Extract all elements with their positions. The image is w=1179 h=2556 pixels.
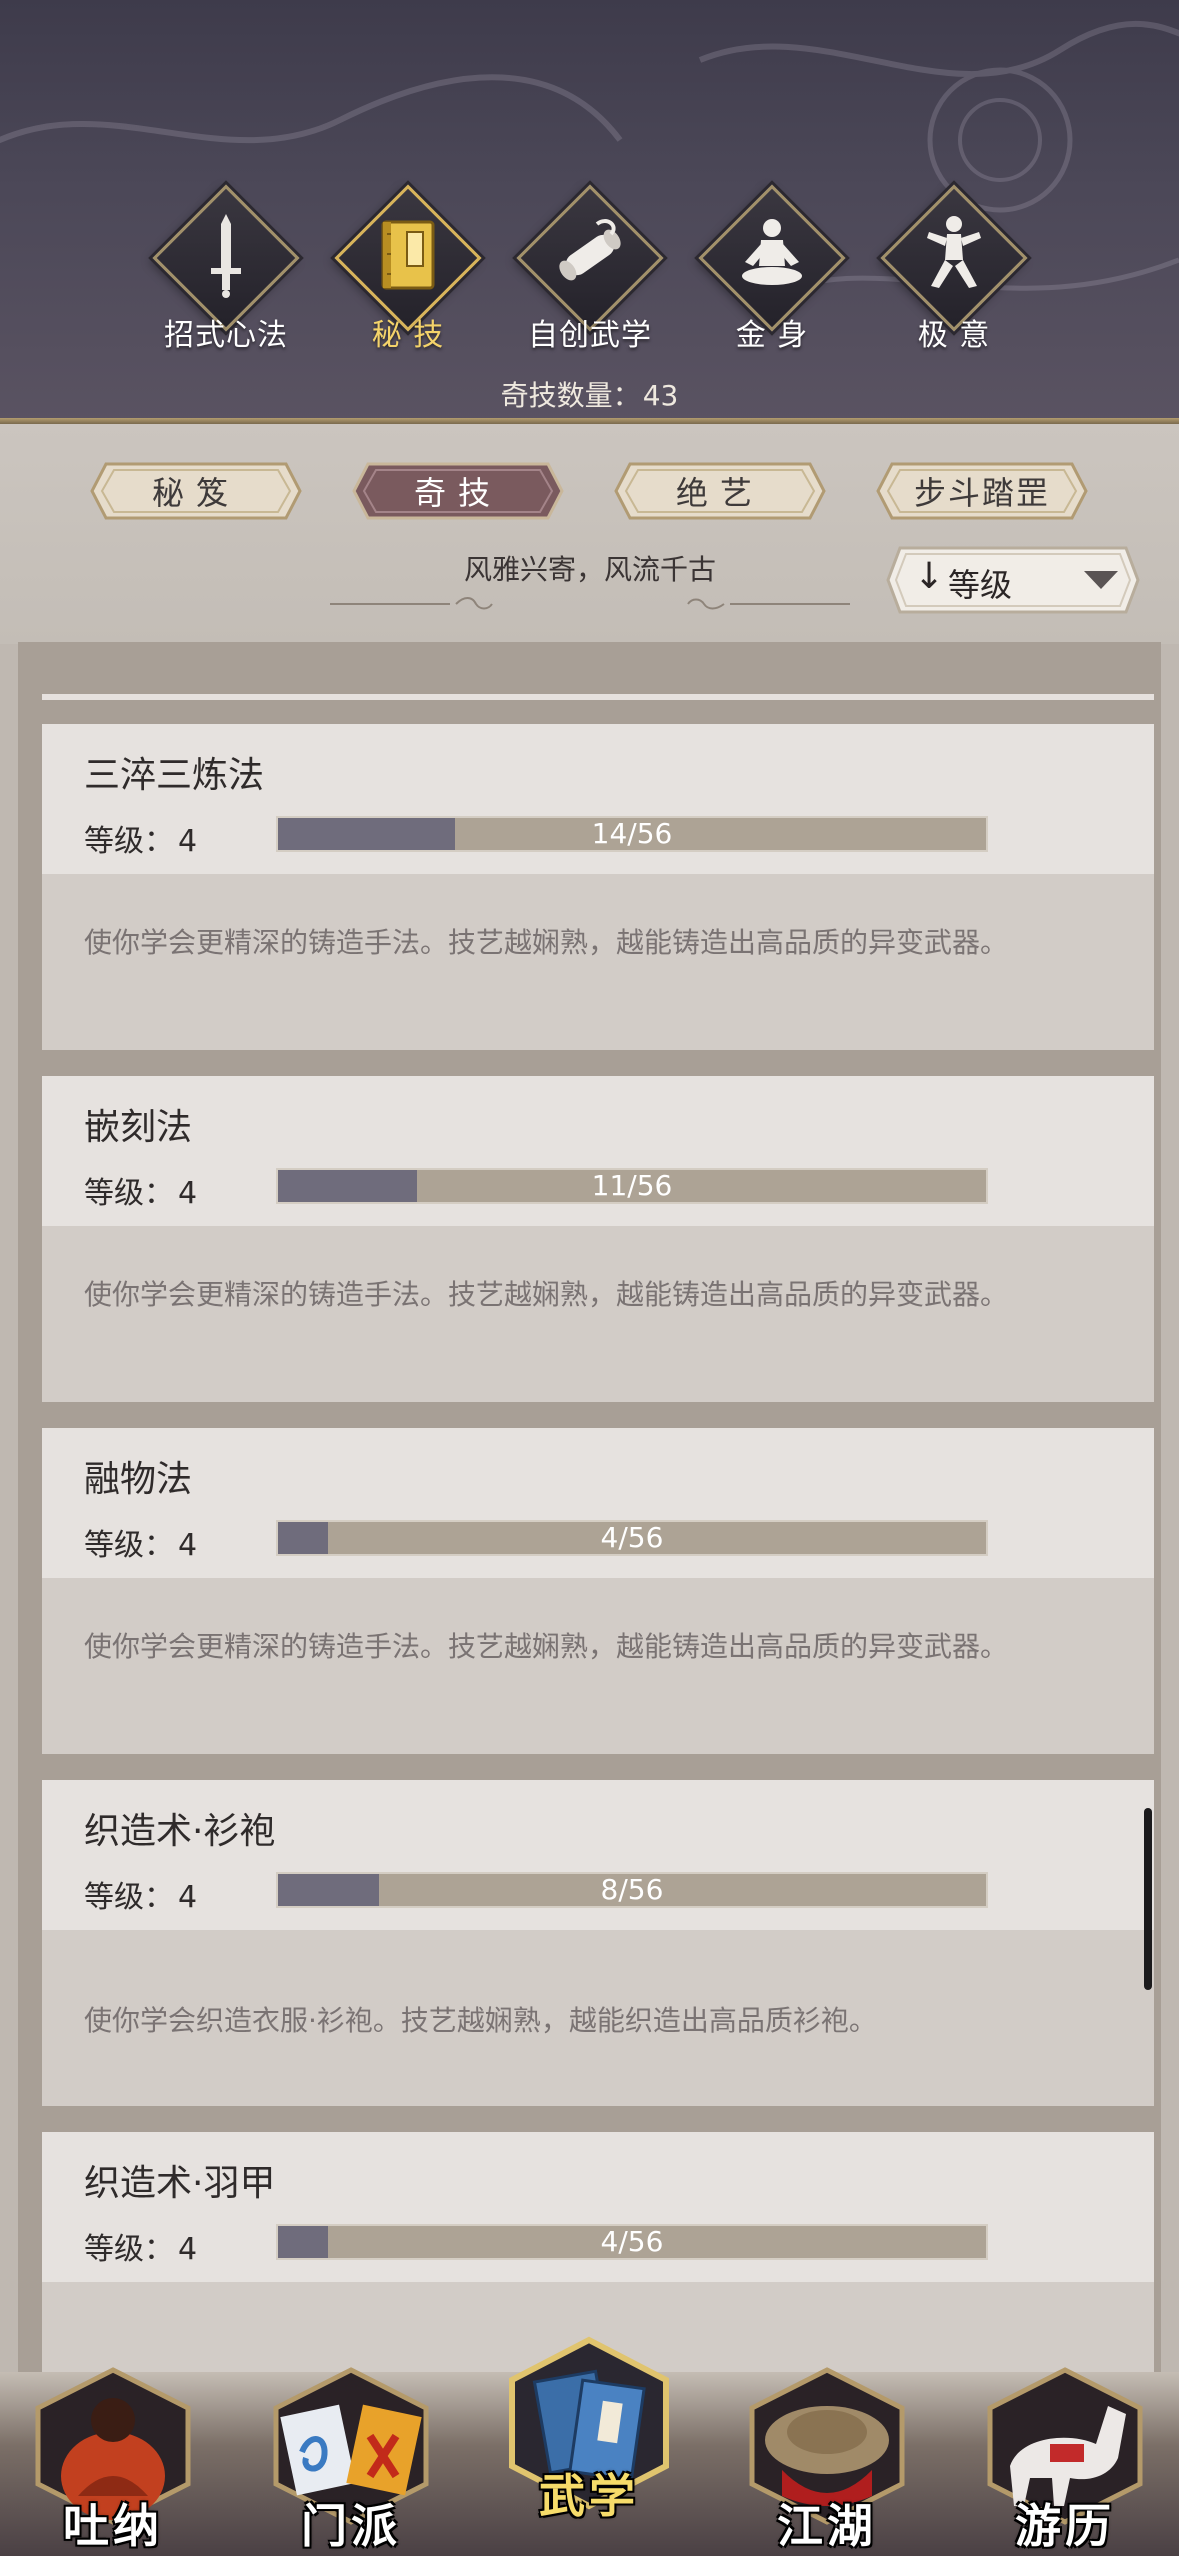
sort-dropdown[interactable]: ↓ 等级: [884, 544, 1142, 616]
subtab-jueyi[interactable]: 绝艺: [612, 460, 828, 522]
sword-icon: [211, 214, 241, 298]
skill-level: 等级： 4: [84, 1168, 197, 1212]
qiji-count-label: 奇技数量：: [500, 379, 641, 412]
nav-menpai[interactable]: 门派: [266, 2366, 436, 2556]
nav-label: 武学: [539, 2469, 639, 2523]
skill-item[interactable]: 三淬三炼法 等级： 4 14/56 使你学会更精深的铸造手法。技艺越娴熟，越能铸造…: [42, 724, 1154, 1050]
nav-youli[interactable]: 游历: [980, 2366, 1150, 2556]
subtab-label: 步斗踏罡: [913, 474, 1050, 512]
tagline: 风雅兴寄，风流千古: [463, 553, 716, 586]
level-label: 等级：: [84, 1176, 174, 1211]
scroll-icon: [559, 219, 621, 281]
skill-item-header: 融物法 等级： 4 4/56: [42, 1428, 1154, 1578]
skill-level: 等级： 4: [84, 2224, 197, 2268]
skill-item-header: 织造术·衫袍 等级： 4 8/56: [42, 1780, 1154, 1930]
skill-item-body: 使你学会织造衣服·衫袍。技艺越娴熟，越能织造出高品质衫袍。: [42, 1930, 1154, 2106]
subtab-budou[interactable]: 步斗踏罡: [874, 460, 1090, 522]
progress-text: 4/56: [600, 2225, 664, 2258]
qiji-count: 奇技数量：43: [0, 374, 1179, 414]
level-label: 等级：: [84, 1528, 174, 1563]
nav-label: 门派: [301, 2499, 401, 2553]
list-divider: [42, 694, 1154, 700]
progress-text: 11/56: [591, 1169, 673, 1202]
sort-arrow-icon: ↓: [914, 556, 945, 597]
skill-description: 使你学会更精深的铸造手法。技艺越娴熟，越能铸造出高品质的异变武器。: [84, 926, 1009, 959]
category-jinshen[interactable]: 金 身: [682, 184, 862, 362]
progress-text: 14/56: [591, 817, 673, 850]
skill-name: 融物法: [84, 1459, 193, 1500]
skill-name: 织造术·衫袍: [84, 1811, 276, 1852]
tagline-ornament: [330, 597, 850, 610]
skill-name: 嵌刻法: [84, 1107, 193, 1148]
level-value: 4: [178, 1880, 198, 1915]
level-label: 等级：: [84, 824, 174, 859]
category-zhaoshi[interactable]: 招式心法: [136, 184, 316, 362]
progress-text: 8/56: [600, 1873, 664, 1906]
nav-jianghu[interactable]: 江湖: [742, 2366, 912, 2556]
book-icon: [381, 220, 435, 290]
skill-description: 使你学会更精深的铸造手法。技艺越娴熟，越能铸造出高品质的异变武器。: [84, 1630, 1009, 1663]
progress-bar: 4/56: [276, 1520, 988, 1556]
nav-wuxue[interactable]: 武学: [504, 2336, 674, 2526]
skill-item-body: 使你学会更精深的铸造手法。技艺越娴熟，越能铸造出高品质的异变武器。: [42, 1578, 1154, 1754]
level-label: 等级：: [84, 2232, 174, 2267]
level-value: 4: [178, 2232, 198, 2267]
skill-item[interactable]: 融物法 等级： 4 4/56 使你学会更精深的铸造手法。技艺越娴熟，越能铸造出高品…: [42, 1428, 1154, 1754]
nav-label: 游历: [1015, 2499, 1115, 2553]
category-label: 秘 技: [371, 318, 445, 353]
skill-item[interactable]: 织造术·衫袍 等级： 4 8/56 使你学会织造衣服·衫袍。技艺越娴熟，越能织造出…: [42, 1780, 1154, 2106]
martial-stance-icon: [927, 216, 981, 288]
skill-level: 等级： 4: [84, 816, 197, 860]
progress-bar: 11/56: [276, 1168, 988, 1204]
skill-description: 使你学会更精深的铸造手法。技艺越娴熟，越能铸造出高品质的异变武器。: [84, 1278, 1009, 1311]
progress-bar: 14/56: [276, 816, 988, 852]
subtab-label: 秘笈: [151, 474, 240, 512]
progress-bar: 8/56: [276, 1872, 988, 1908]
skill-item[interactable]: 嵌刻法 等级： 4 11/56 使你学会更精深的铸造手法。技艺越娴熟，越能铸造出高…: [42, 1076, 1154, 1402]
category-label: 招式心法: [164, 318, 288, 353]
skill-name: 三淬三炼法: [84, 755, 265, 796]
nav-label: 吐纳: [63, 2499, 163, 2553]
category-miji[interactable]: 秘 技: [318, 184, 498, 362]
skill-item-header: 织造术·羽甲 等级： 4 4/56: [42, 2132, 1154, 2282]
skill-item-header: 三淬三炼法 等级： 4 14/56: [42, 724, 1154, 874]
subtab-qiji[interactable]: 奇技: [350, 460, 566, 522]
skill-list[interactable]: 三淬三炼法 等级： 4 14/56 使你学会更精深的铸造手法。技艺越娴熟，越能铸造…: [18, 642, 1161, 2372]
subtab-miji[interactable]: 秘笈: [88, 460, 304, 522]
skill-item-body: 使你学会更精深的铸造手法。技艺越娴熟，越能铸造出高品质的异变武器。: [42, 1226, 1154, 1402]
category-zichuang[interactable]: 自创武学: [500, 184, 680, 362]
nav-tuna[interactable]: 吐纳: [28, 2366, 198, 2556]
skill-item-header: 嵌刻法 等级： 4 11/56: [42, 1076, 1154, 1226]
nav-label: 江湖: [777, 2499, 877, 2553]
level-label: 等级：: [84, 1880, 174, 1915]
level-value: 4: [178, 824, 198, 859]
category-label: 自创武学: [528, 318, 652, 353]
skill-level: 等级： 4: [84, 1872, 197, 1916]
scrollbar[interactable]: [1144, 1808, 1152, 1990]
meditation-icon: [742, 219, 802, 285]
skill-level: 等级： 4: [84, 1520, 197, 1564]
level-value: 4: [178, 1528, 198, 1563]
sort-label: 等级: [948, 566, 1013, 604]
qiji-count-value: 43: [642, 379, 679, 412]
subtab-label: 绝艺: [675, 474, 764, 512]
skill-item-body: 使你学会更精深的铸造手法。技艺越娴熟，越能铸造出高品质的异变武器。: [42, 874, 1154, 1050]
category-label: 极 意: [917, 318, 991, 353]
skill-description: 使你学会织造衣服·衫袍。技艺越娴熟，越能织造出高品质衫袍。: [84, 2004, 877, 2037]
category-header: 招式心法 秘 技 自创武学 金 身 极 意 奇技数量：43: [0, 0, 1179, 424]
subtab-label: 奇技: [413, 474, 502, 512]
category-jiyi[interactable]: 极 意: [864, 184, 1044, 362]
progress-bar: 4/56: [276, 2224, 988, 2260]
chevron-down-icon: [1084, 571, 1118, 589]
skill-name: 织造术·羽甲: [84, 2163, 276, 2204]
progress-text: 4/56: [600, 1521, 664, 1554]
level-value: 4: [178, 1176, 198, 1211]
category-label: 金 身: [735, 318, 809, 353]
